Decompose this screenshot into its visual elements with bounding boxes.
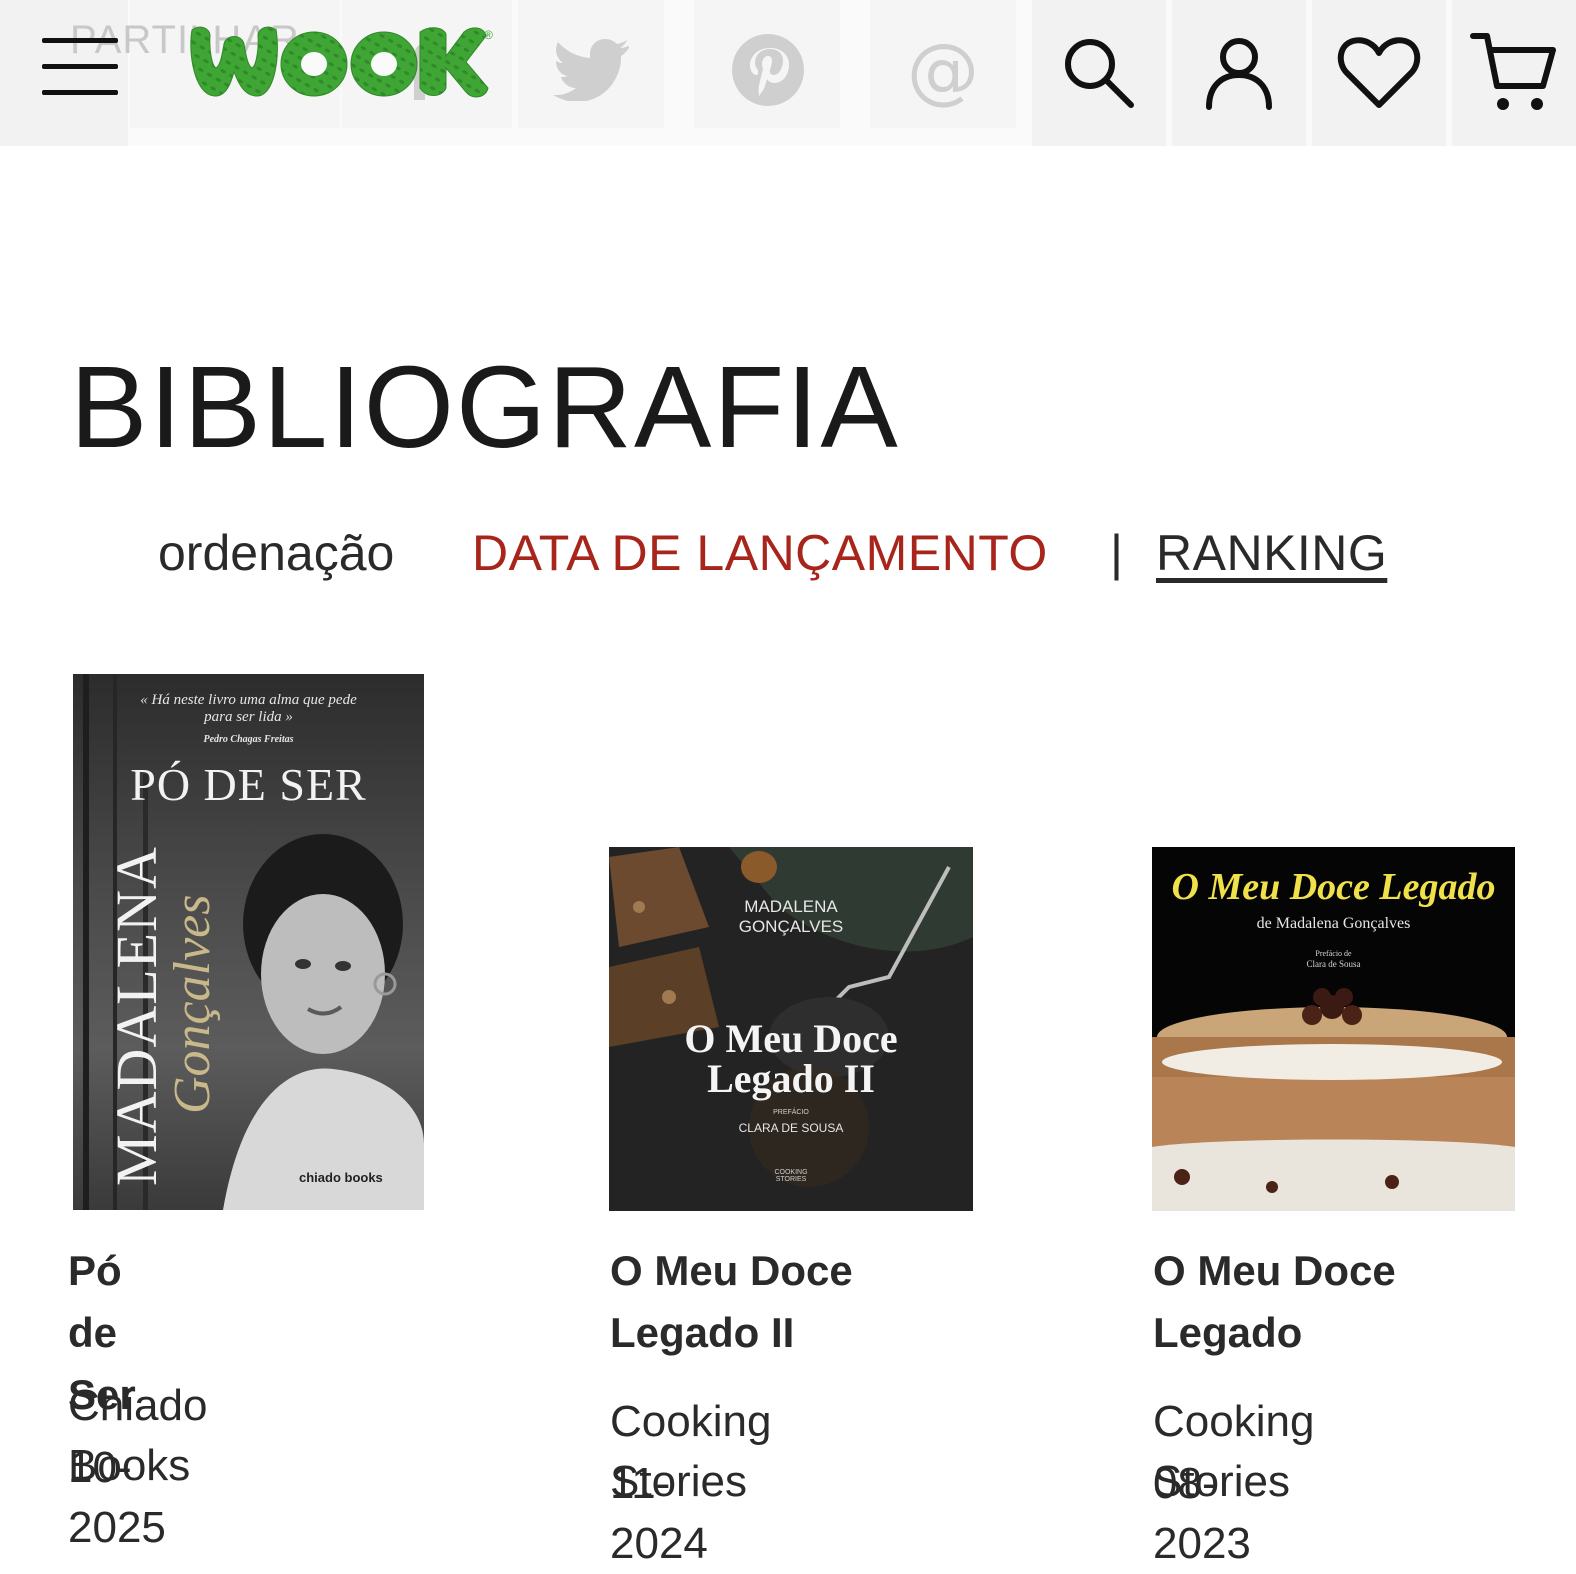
book-date: 10-2025 [68,1443,166,1552]
hamburger-icon-bar [42,64,118,69]
heart-icon [1337,37,1421,108]
book-cover[interactable]: O Meu Doce Legado de Madalena Gonçalves … [1152,847,1515,1211]
pinterest-icon[interactable] [730,30,806,110]
wook-logo[interactable]: ® [188,22,498,102]
cart-icon [1470,33,1556,110]
book-date: 11-2024 [610,1459,708,1568]
search-icon [1065,39,1134,108]
menu-button[interactable] [40,38,120,98]
sort-label: ordenação [158,525,395,581]
cover-author-first: MADALENA [104,846,169,1186]
book-title[interactable]: O Meu Doce Legado II [610,1240,930,1364]
cover-title: PÓ DE SER [130,759,367,810]
search-button[interactable] [1032,0,1166,146]
cover-quote-author: Pedro Chagas Freitas [203,734,294,745]
book-title[interactable]: O Meu Doce Legado [1153,1240,1473,1364]
cover-quote: « Há neste livro uma alma que pede para … [140,692,357,725]
cover-preface-label: PREFÁCIO [773,1109,809,1116]
logo-registered-mark: ® [484,28,493,42]
sort-separator: | [1110,525,1123,581]
cover-author: de Madalena Gonçalves [1256,915,1411,932]
account-button[interactable] [1172,0,1306,146]
sort-by-release-date[interactable]: DATA DE LANÇAMENTO [472,524,1048,582]
hamburger-icon-bar [42,90,118,95]
sort-bar: ordenação DATA DE LANÇAMENTO | RANKING [0,520,1576,590]
cart-button[interactable] [1452,0,1576,146]
book-cover[interactable]: « Há neste livro uma alma que pede para … [73,674,424,1210]
cover-preface-label: Prefácio de [1315,949,1352,958]
user-icon [1206,38,1272,110]
cover-publisher-mark: COOKING STORIES [774,1169,808,1183]
cover-preface-author: Clara de Sousa [1306,959,1361,969]
book-date: 08-2023 [1153,1459,1251,1568]
at-icon[interactable]: @ [900,28,986,112]
wishlist-button[interactable] [1312,0,1446,146]
hamburger-icon [42,38,118,43]
cover-title: O Meu Doce Legado [1171,866,1496,908]
cover-author: MADALENA GONÇALVES [738,897,844,936]
page-title: BIBLIOGRAFIA [70,342,900,472]
cover-publisher-mark: chiado books [299,1170,383,1185]
sort-by-ranking[interactable]: RANKING [1156,524,1387,582]
site-header: PARTILHAR @ ® [0,0,1576,146]
twitter-icon[interactable] [548,30,634,110]
cover-author-last: Gonçalves [164,894,221,1114]
cover-title: O Meu Doce Legado II [684,1016,898,1101]
book-cover[interactable]: MADALENA GONÇALVES O Meu Doce Legado II … [609,847,973,1211]
cover-preface-author: CLARA DE SOUSA [738,1121,844,1135]
